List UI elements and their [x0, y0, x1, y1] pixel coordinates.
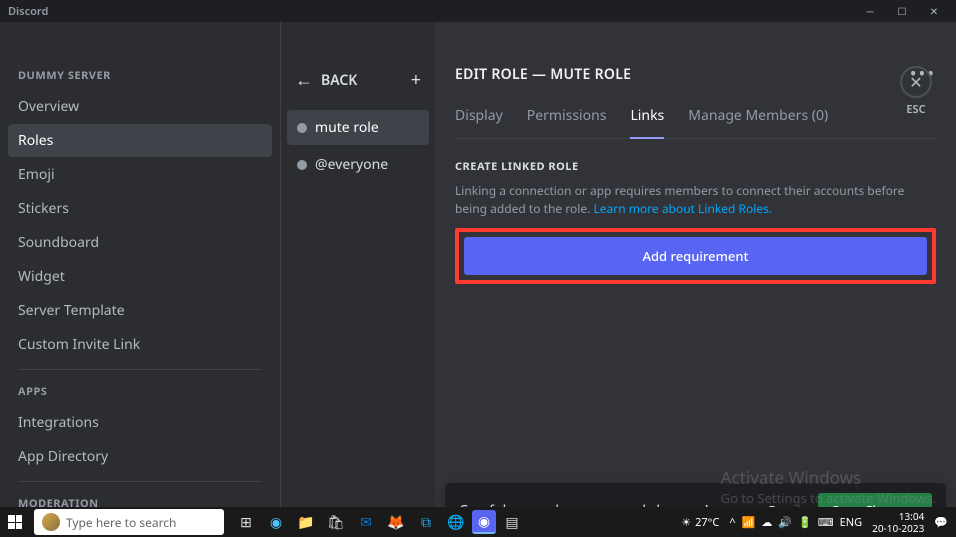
- volume-icon[interactable]: 🔊: [778, 515, 792, 530]
- battery-icon[interactable]: 🔋: [798, 515, 812, 530]
- chevron-up-icon[interactable]: ^: [729, 515, 735, 530]
- role-edit-panel: ✕ ESC EDIT ROLE — MUTE ROLE ••• Display …: [435, 22, 956, 537]
- app-icon[interactable]: ▤: [498, 507, 526, 537]
- sidebar-item-app-directory[interactable]: App Directory: [8, 440, 272, 473]
- apps-header: APPS: [8, 378, 272, 405]
- tab-display[interactable]: Display: [455, 106, 503, 138]
- windows-taskbar: Type here to search ⊞ ◉ 📁 🛍 ✉ 🦊 ⧉ 🌐 ◉ ▤ …: [0, 507, 956, 537]
- language-indicator[interactable]: ENG: [840, 515, 862, 530]
- system-tray[interactable]: ^ 📶 ☁ 🔊 🔋 ⌨ ENG: [729, 515, 862, 530]
- annotation-highlight-box: Add requirement: [455, 228, 936, 284]
- linked-role-section-title: CREATE LINKED ROLE: [455, 159, 936, 174]
- sidebar-item-custom-invite[interactable]: Custom Invite Link: [8, 328, 272, 361]
- app-name: Discord: [8, 4, 48, 19]
- mail-icon[interactable]: ✉: [352, 507, 380, 537]
- divider: [18, 481, 262, 482]
- add-role-button[interactable]: +: [411, 68, 421, 92]
- weather-widget[interactable]: ☀ 27°C: [681, 515, 719, 530]
- taskbar-search[interactable]: Type here to search: [34, 509, 224, 535]
- page-title: EDIT ROLE — MUTE ROLE: [455, 65, 631, 84]
- roles-list-panel: ← BACK + mute role @everyone: [280, 22, 435, 537]
- role-item-mute[interactable]: mute role: [287, 110, 429, 145]
- arrow-left-icon: ←: [295, 68, 313, 92]
- role-color-dot-icon: [297, 160, 307, 170]
- discord-icon[interactable]: ◉: [472, 510, 496, 534]
- explorer-icon[interactable]: 📁: [292, 507, 320, 537]
- sidebar-item-stickers[interactable]: Stickers: [8, 192, 272, 225]
- maximize-icon[interactable]: ☐: [888, 0, 916, 22]
- store-icon[interactable]: 🛍: [322, 507, 350, 537]
- back-button[interactable]: ← BACK: [295, 68, 357, 92]
- close-settings-button[interactable]: ✕ ESC: [900, 66, 932, 117]
- sidebar-item-widget[interactable]: Widget: [8, 260, 272, 293]
- server-name-header: DUMMY SERVER: [8, 62, 272, 89]
- esc-label: ESC: [906, 102, 925, 117]
- settings-sidebar: DUMMY SERVER Overview Roles Emoji Sticke…: [0, 22, 280, 537]
- sidebar-item-emoji[interactable]: Emoji: [8, 158, 272, 191]
- windows-logo-icon: [8, 515, 22, 529]
- notifications-icon[interactable]: 💬: [934, 515, 948, 530]
- tabs-row: Display Permissions Links Manage Members…: [455, 106, 936, 139]
- role-name: @everyone: [315, 155, 388, 174]
- sidebar-item-server-template[interactable]: Server Template: [8, 294, 272, 327]
- chrome-icon[interactable]: 🌐: [442, 507, 470, 537]
- keyboard-icon[interactable]: ⌨: [818, 515, 834, 530]
- close-icon[interactable]: ✕: [920, 0, 948, 22]
- sun-icon: ☀: [681, 515, 691, 530]
- search-placeholder: Type here to search: [66, 514, 176, 531]
- onedrive-icon[interactable]: ☁: [761, 515, 772, 530]
- role-name: mute role: [315, 118, 379, 137]
- sidebar-item-roles[interactable]: Roles: [8, 124, 272, 157]
- sidebar-item-soundboard[interactable]: Soundboard: [8, 226, 272, 259]
- task-view-icon[interactable]: ⊞: [232, 507, 260, 537]
- role-color-dot-icon: [297, 123, 307, 133]
- close-icon: ✕: [900, 66, 932, 98]
- search-cortana-icon: [42, 513, 60, 531]
- sidebar-item-overview[interactable]: Overview: [8, 90, 272, 123]
- add-requirement-button[interactable]: Add requirement: [464, 237, 927, 275]
- minimize-icon[interactable]: ─: [856, 0, 884, 22]
- back-label: BACK: [321, 71, 357, 90]
- linked-role-description: Linking a connection or app requires mem…: [455, 182, 936, 218]
- divider: [18, 369, 262, 370]
- tab-permissions[interactable]: Permissions: [527, 106, 607, 138]
- role-item-everyone[interactable]: @everyone: [287, 147, 429, 182]
- wifi-icon[interactable]: 📶: [742, 515, 756, 530]
- window-titlebar: Discord ─ ☐ ✕: [0, 0, 956, 22]
- tab-links[interactable]: Links: [630, 106, 664, 139]
- sidebar-item-integrations[interactable]: Integrations: [8, 406, 272, 439]
- tab-manage-members[interactable]: Manage Members (0): [688, 106, 828, 138]
- firefox-icon[interactable]: 🦊: [382, 507, 410, 537]
- learn-more-link[interactable]: Learn more about Linked Roles.: [593, 200, 772, 217]
- vscode-icon[interactable]: ⧉: [412, 507, 440, 537]
- edge-icon[interactable]: ◉: [262, 507, 290, 537]
- start-button[interactable]: [0, 507, 30, 537]
- clock[interactable]: 13:04 20-10-2023: [872, 510, 924, 534]
